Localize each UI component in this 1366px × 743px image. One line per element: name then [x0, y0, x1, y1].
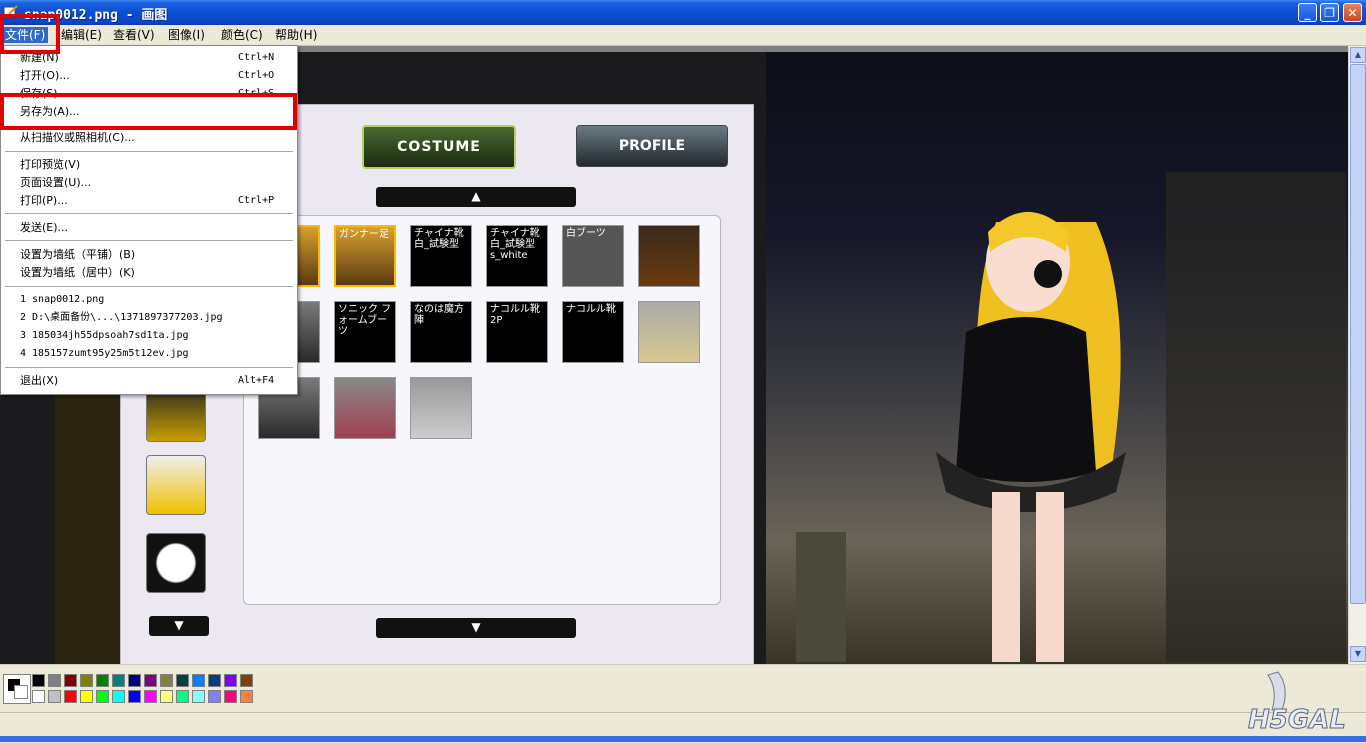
- menu-bar: 文件(F) 编辑(E) 查看(V) 图像(I) 颜色(C) 帮助(H): [0, 25, 1366, 46]
- item-tile: [410, 377, 472, 439]
- highlight-box-save-as: [0, 93, 297, 130]
- color-swatch[interactable]: [160, 674, 173, 687]
- costume-tab-button: COSTUME: [362, 125, 516, 169]
- category-accessory-icon: [146, 533, 206, 593]
- menu-item-wallpaper-center[interactable]: 设置为墙纸（居中）(K): [20, 266, 135, 280]
- menu-separator: [5, 286, 293, 287]
- color-swatch[interactable]: [224, 690, 237, 703]
- scroll-down-icon[interactable]: ▼: [1350, 646, 1366, 662]
- game-character-scene: [766, 52, 1348, 664]
- menu-item-from-scanner[interactable]: 从扫描仪或照相机(C)...: [20, 131, 135, 145]
- color-swatch[interactable]: [96, 674, 109, 687]
- menu-item-page-setup[interactable]: 页面设置(U)...: [20, 176, 91, 190]
- menu-item-exit[interactable]: 退出(X): [20, 374, 58, 388]
- color-swatch[interactable]: [64, 674, 77, 687]
- shortcut-exit: Alt+F4: [238, 375, 275, 386]
- menu-colors[interactable]: 颜色(C): [218, 27, 266, 43]
- color-swatch[interactable]: [240, 674, 253, 687]
- menu-help[interactable]: 帮助(H): [272, 27, 320, 43]
- shortcut-open: Ctrl+O: [238, 70, 275, 81]
- scrollbar-thumb[interactable]: [1350, 64, 1366, 604]
- minimize-button[interactable]: _: [1298, 3, 1317, 22]
- color-swatch[interactable]: [112, 690, 125, 703]
- item-tile: ナコルル靴 2P: [486, 301, 548, 363]
- color-swatch[interactable]: [128, 674, 141, 687]
- item-tile: チャイナ靴 白_試験型: [410, 225, 472, 287]
- menu-view[interactable]: 查看(V): [110, 27, 158, 43]
- color-swatch[interactable]: [176, 690, 189, 703]
- color-swatch[interactable]: [208, 674, 221, 687]
- title-bar: snap0012.png - 画图 _ ❐ ✕: [0, 0, 1366, 25]
- item-tile: なのは魔方陣: [410, 301, 472, 363]
- character-illustration: [796, 172, 1346, 662]
- menu-item-open[interactable]: 打开(O)...: [20, 69, 70, 83]
- menu-item-recent-file[interactable]: 4 185157zumt95y25m5t12ev.jpg: [20, 347, 189, 361]
- profile-tab-button: PROFILE: [576, 125, 728, 167]
- h5gal-watermark-logo: H5GAL: [1248, 671, 1346, 736]
- background-color: [14, 685, 28, 699]
- menu-item-recent-file[interactable]: 2 D:\桌面备份\...\1371897377203.jpg: [20, 311, 223, 325]
- item-tile: ナコルル靴: [562, 301, 624, 363]
- taskbar-strip: [0, 736, 1366, 742]
- menu-separator: [5, 213, 293, 214]
- scroll-up-bar: ▲: [376, 187, 576, 207]
- item-tile: [638, 225, 700, 287]
- menu-item-recent-file[interactable]: 1 snap0012.png: [20, 293, 104, 307]
- item-tile: ソニック フォームブーツ: [334, 301, 396, 363]
- item-tile: [638, 301, 700, 363]
- scroll-up-icon[interactable]: ▲: [1350, 47, 1366, 63]
- category-outfit-icon: [146, 455, 206, 515]
- color-swatch[interactable]: [192, 674, 205, 687]
- vertical-scrollbar[interactable]: ▲ ▼: [1348, 46, 1366, 664]
- color-swatch[interactable]: [32, 690, 45, 703]
- highlight-box-file-menu: [0, 14, 60, 54]
- current-colors-box[interactable]: [3, 674, 31, 704]
- color-swatch[interactable]: [48, 674, 61, 687]
- menu-item-wallpaper-tile[interactable]: 设置为墙纸（平铺）(B): [20, 248, 135, 262]
- menu-edit[interactable]: 编辑(E): [58, 27, 105, 43]
- menu-image[interactable]: 图像(I): [165, 27, 208, 43]
- watermark-text: H5GAL: [1248, 705, 1346, 735]
- scroll-down-bar: ▼: [376, 618, 576, 638]
- color-swatch[interactable]: [160, 690, 173, 703]
- color-swatch[interactable]: [176, 674, 189, 687]
- color-swatch[interactable]: [80, 690, 93, 703]
- color-swatch[interactable]: [48, 690, 61, 703]
- color-swatch[interactable]: [192, 690, 205, 703]
- item-tile: チャイナ靴 白_試験型 s_white: [486, 225, 548, 287]
- color-swatch[interactable]: [64, 690, 77, 703]
- menu-item-print[interactable]: 打印(P)...: [20, 194, 68, 208]
- color-swatch[interactable]: [240, 690, 253, 703]
- shortcut-new: Ctrl+N: [238, 52, 275, 63]
- menu-item-print-preview[interactable]: 打印预览(V): [20, 158, 80, 172]
- color-swatch[interactable]: [144, 674, 157, 687]
- color-swatch[interactable]: [112, 674, 125, 687]
- menu-separator: [5, 240, 293, 241]
- close-button[interactable]: ✕: [1343, 3, 1362, 22]
- color-palette: [0, 664, 1366, 713]
- item-tile: [334, 377, 396, 439]
- color-swatch[interactable]: [96, 690, 109, 703]
- maximize-button[interactable]: ❐: [1320, 3, 1339, 22]
- item-tile: ガンナー足: [334, 225, 396, 287]
- color-swatch[interactable]: [208, 690, 221, 703]
- category-down-bar: ▼: [149, 616, 209, 636]
- menu-separator: [5, 367, 293, 368]
- color-swatch[interactable]: [32, 674, 45, 687]
- item-tile: 白ブーツ: [562, 225, 624, 287]
- menu-item-send[interactable]: 发送(E)...: [20, 221, 68, 235]
- color-swatch[interactable]: [80, 674, 93, 687]
- color-swatch[interactable]: [224, 674, 237, 687]
- menu-item-recent-file[interactable]: 3 185034jh55dpsoah7sd1ta.jpg: [20, 329, 189, 343]
- menu-separator: [5, 151, 293, 152]
- color-swatch[interactable]: [128, 690, 141, 703]
- color-swatch[interactable]: [144, 690, 157, 703]
- shortcut-print: Ctrl+P: [238, 195, 275, 206]
